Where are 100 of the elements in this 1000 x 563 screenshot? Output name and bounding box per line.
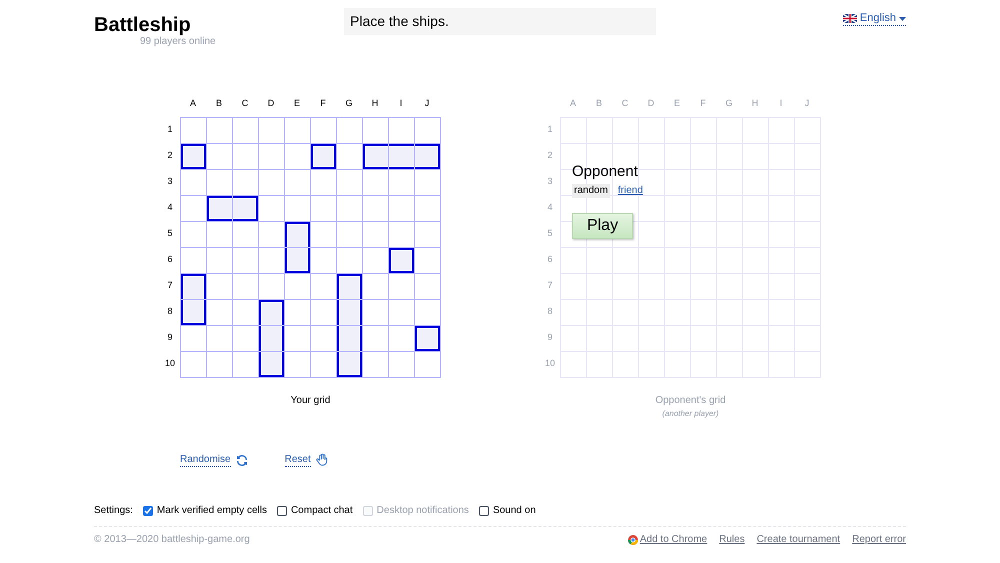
footer-link[interactable]: Report error: [852, 532, 906, 547]
footer-link[interactable]: Add to Chrome: [640, 532, 708, 547]
grid-cell[interactable]: [337, 222, 363, 248]
grid-cell: [639, 300, 665, 326]
checkbox[interactable]: [276, 506, 287, 516]
grid-cell[interactable]: [259, 170, 285, 196]
grid-cell[interactable]: [181, 222, 207, 248]
grid-cell[interactable]: [207, 222, 233, 248]
row-label: 10: [164, 357, 175, 370]
grid-cell[interactable]: [389, 170, 415, 196]
ship-segment[interactable]: [389, 248, 415, 274]
grid-cell[interactable]: [285, 300, 311, 326]
grid-cell[interactable]: [415, 352, 441, 378]
grid-cell[interactable]: [181, 352, 207, 378]
grid-cell[interactable]: [337, 196, 363, 222]
reset-link[interactable]: Reset: [284, 453, 329, 467]
ship-segment[interactable]: [337, 274, 363, 300]
play-button[interactable]: Play: [572, 213, 633, 239]
grid-cell: [769, 222, 795, 248]
grid-cell[interactable]: [207, 274, 233, 300]
grid-cell: [769, 300, 795, 326]
grid-cell[interactable]: [363, 352, 389, 378]
grid-cell[interactable]: [389, 274, 415, 300]
opponent-option[interactable]: random: [572, 184, 610, 198]
grid-cell[interactable]: [415, 222, 441, 248]
ship-segment[interactable]: [363, 144, 389, 170]
ship-segment[interactable]: [415, 326, 441, 352]
grid-cell[interactable]: [259, 144, 285, 170]
grid-cell[interactable]: [415, 274, 441, 300]
ship-segment[interactable]: [181, 274, 207, 300]
checkbox-label[interactable]: Sound on: [492, 503, 536, 518]
grid-cell[interactable]: [207, 118, 233, 144]
grid-cell[interactable]: [285, 274, 311, 300]
ship-segment[interactable]: [337, 300, 363, 326]
grid-cell[interactable]: [363, 170, 389, 196]
grid-cell[interactable]: [233, 222, 259, 248]
grid-cell[interactable]: [337, 118, 363, 144]
randomise-link[interactable]: Randomise: [180, 453, 249, 467]
footer-link[interactable]: Create tournament: [756, 532, 840, 547]
grid-cell[interactable]: [285, 118, 311, 144]
ship-segment[interactable]: [285, 222, 311, 248]
ship-segment[interactable]: [233, 196, 259, 222]
grid-cell[interactable]: [285, 352, 311, 378]
ship-segment[interactable]: [207, 196, 233, 222]
checkbox-label[interactable]: Mark verified empty cells: [156, 503, 267, 518]
grid-cell: [665, 248, 691, 274]
grid-cell[interactable]: [311, 248, 337, 274]
ship-segment[interactable]: [181, 144, 207, 170]
grid-cell[interactable]: [233, 248, 259, 274]
grid-cell[interactable]: [311, 196, 337, 222]
footer-link[interactable]: Rules: [719, 532, 745, 547]
checkbox-label[interactable]: Compact chat: [290, 503, 353, 518]
grid-cell[interactable]: [181, 170, 207, 196]
language-selector[interactable]: English: [842, 12, 906, 26]
grid-cell[interactable]: [311, 222, 337, 248]
grid-cell: [691, 300, 717, 326]
grid-cell[interactable]: [363, 196, 389, 222]
ship-segment[interactable]: [311, 144, 337, 170]
grid-cell[interactable]: [363, 222, 389, 248]
grid-cell[interactable]: [207, 352, 233, 378]
grid-cell[interactable]: [207, 144, 233, 170]
grid-cell: [743, 170, 769, 196]
grid-cell[interactable]: [181, 326, 207, 352]
opponent-option[interactable]: friend: [616, 184, 645, 198]
grid-cell[interactable]: [415, 170, 441, 196]
grid-cell[interactable]: [363, 326, 389, 352]
ship-segment[interactable]: [181, 300, 207, 326]
grid-cell[interactable]: [207, 248, 233, 274]
grid-cell: [691, 248, 717, 274]
ship-segment[interactable]: [389, 144, 415, 170]
ship-segment[interactable]: [337, 326, 363, 352]
grid-cell[interactable]: [311, 170, 337, 196]
grid-cell[interactable]: [259, 118, 285, 144]
grid-cell[interactable]: [415, 248, 441, 274]
checkbox[interactable]: [478, 506, 489, 516]
grid-cell[interactable]: [207, 300, 233, 326]
ship-segment[interactable]: [285, 248, 311, 274]
grid-cell[interactable]: [389, 196, 415, 222]
grid-cell[interactable]: [363, 300, 389, 326]
grid-cell: [717, 326, 743, 352]
grid-cell[interactable]: [207, 326, 233, 352]
ship-segment[interactable]: [415, 144, 441, 170]
grid-cell[interactable]: [363, 274, 389, 300]
grid-cell[interactable]: [259, 196, 285, 222]
ship-segment[interactable]: [259, 300, 285, 326]
grid-cell[interactable]: [233, 274, 259, 300]
grid-cell: [717, 144, 743, 170]
grid-cell[interactable]: [285, 326, 311, 352]
grid-cell[interactable]: [233, 144, 259, 170]
grid-cell[interactable]: [337, 170, 363, 196]
grid-caption: Opponent's grid: [655, 394, 726, 408]
grid-cell[interactable]: [389, 300, 415, 326]
grid-cell[interactable]: [389, 352, 415, 378]
grid-cell[interactable]: [415, 196, 441, 222]
ship-segment[interactable]: [259, 326, 285, 352]
ship-segment[interactable]: [337, 352, 363, 378]
grid-cell[interactable]: [285, 170, 311, 196]
ship-segment[interactable]: [259, 352, 285, 378]
grid-cell: [691, 170, 717, 196]
grid-cell[interactable]: [233, 118, 259, 144]
